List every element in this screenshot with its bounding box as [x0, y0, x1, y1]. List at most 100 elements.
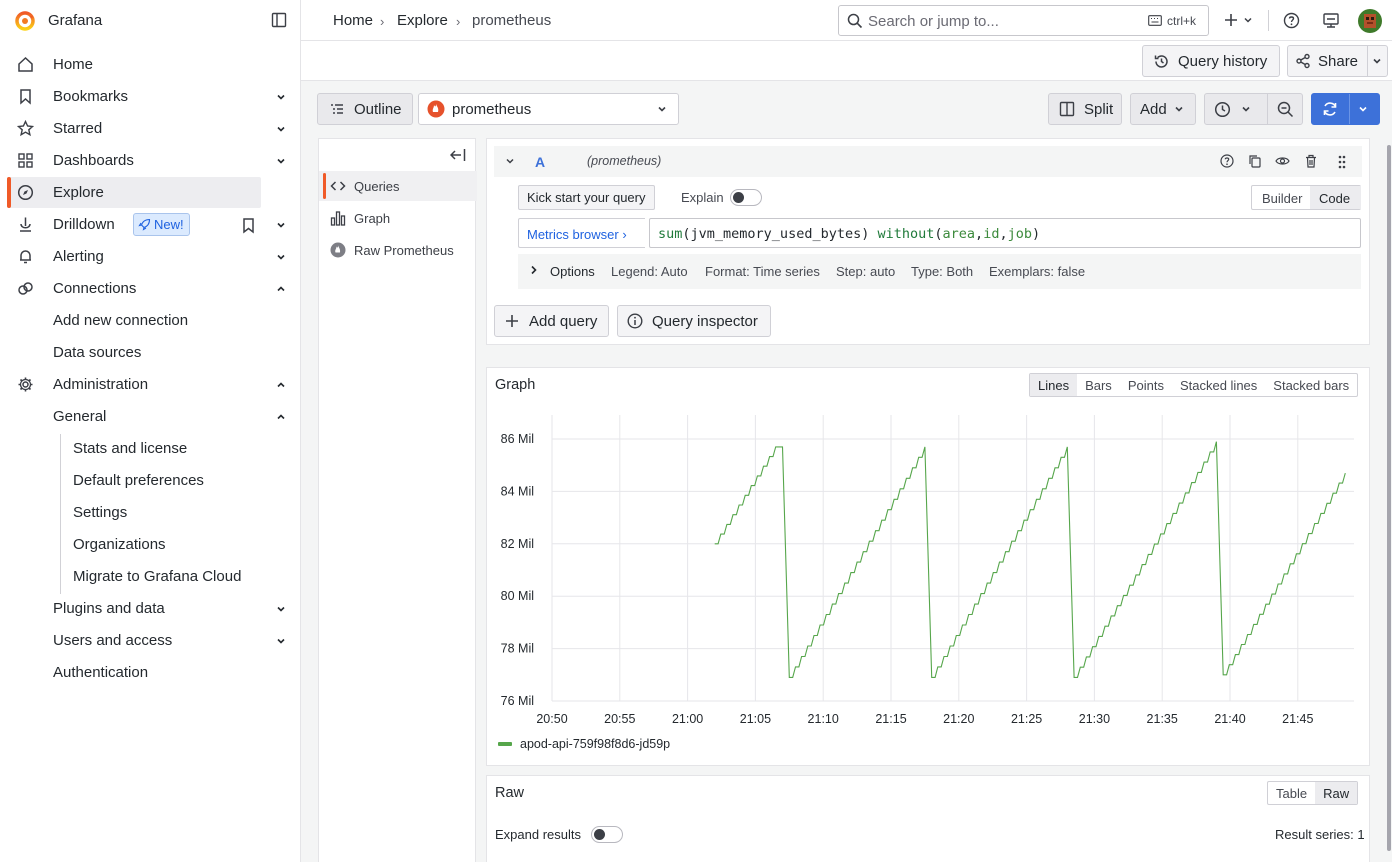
query-ref-id[interactable]: A: [535, 154, 545, 170]
explain-toggle[interactable]: [730, 189, 762, 206]
sidebar-item-label: Starred: [53, 120, 103, 137]
query-code-editor[interactable]: sum(jvm_memory_used_bytes) without(area,…: [649, 218, 1361, 248]
breadcrumb-explore[interactable]: Explore: [397, 12, 448, 29]
sidebar-item-stats-and-license[interactable]: Stats and license: [73, 440, 187, 457]
sidebar-item-organizations[interactable]: Organizations: [73, 536, 166, 553]
divider: [1349, 94, 1350, 124]
sidebar-item-label: Alerting: [53, 248, 104, 265]
scrollbar[interactable]: [1387, 145, 1391, 851]
metrics-browser-label: Metrics browser: [527, 227, 619, 242]
sidebar-item-settings[interactable]: Settings: [73, 504, 127, 521]
chevron-down-icon[interactable]: [275, 251, 287, 263]
chevron-down-icon[interactable]: [1243, 15, 1253, 25]
option-format: Format: Time series: [705, 264, 820, 279]
app-name: Grafana: [48, 12, 103, 29]
sidebar-item-users-and-access[interactable]: Users and access: [53, 632, 172, 649]
sidebar-item-default-preferences[interactable]: Default preferences: [73, 472, 204, 489]
zoom-out-icon[interactable]: [1277, 101, 1294, 118]
sidebar-item-authentication[interactable]: Authentication: [53, 664, 148, 681]
chevron-up-icon[interactable]: [275, 379, 287, 391]
dock-menu-icon[interactable]: [271, 12, 287, 28]
chevron-down-icon[interactable]: [1372, 56, 1382, 66]
expr-func: sum: [658, 226, 683, 242]
x-tick-label: 20:50: [536, 712, 567, 726]
bookmark-icon[interactable]: [239, 216, 258, 235]
sidebar-item-data-sources[interactable]: Data sources: [53, 344, 141, 361]
sidebar-item-plugins-and-data[interactable]: Plugins and data: [53, 600, 165, 617]
grafana-logo-icon[interactable]: [14, 10, 36, 32]
add-button[interactable]: Add: [1130, 93, 1196, 125]
chevron-up-icon[interactable]: [275, 283, 287, 295]
rocket-icon: [138, 218, 151, 231]
y-tick-label: 82 Mil: [501, 537, 534, 551]
chevron-down-icon[interactable]: [275, 91, 287, 103]
apps-icon: [17, 152, 34, 169]
chevron-down-icon[interactable]: [275, 219, 287, 231]
option-type: Type: Both: [911, 264, 974, 279]
code-mode-option[interactable]: Code: [1319, 191, 1350, 206]
sidebar-item-bookmarks[interactable]: Bookmarks: [7, 81, 285, 112]
table-view-option[interactable]: Table: [1268, 782, 1315, 804]
builder-mode-option[interactable]: Builder: [1262, 191, 1302, 206]
copy-icon[interactable]: [1248, 154, 1262, 168]
legend-label: apod-api-759f98f8d6-jd59p: [520, 737, 670, 751]
query-options-row[interactable]: Options Legend: Auto Format: Time series…: [518, 254, 1361, 289]
y-tick-label: 80 Mil: [501, 589, 534, 603]
sidebar-item-explore[interactable]: Explore: [7, 177, 261, 208]
chevron-down-icon[interactable]: [275, 603, 287, 615]
collapse-outline-icon[interactable]: [450, 148, 466, 162]
outline-button[interactable]: Outline: [317, 93, 413, 125]
sidebar-item-label: Drilldown: [53, 216, 115, 233]
outline-item-raw-prometheus[interactable]: Raw Prometheus: [319, 235, 477, 265]
sidebar-item-dashboards[interactable]: Dashboards: [7, 145, 285, 176]
sidebar-item-home[interactable]: Home: [7, 49, 261, 80]
chevron-down-icon[interactable]: [275, 123, 287, 135]
outline-item-label: Graph: [354, 211, 391, 226]
sidebar-header: Grafana: [0, 0, 300, 41]
breadcrumb-home[interactable]: Home: [333, 12, 373, 29]
search-input[interactable]: Search or jump to... ctrl+k: [838, 5, 1209, 36]
sidebar-item-add-new-connection[interactable]: Add new connection: [53, 312, 188, 329]
split-button[interactable]: Split: [1048, 93, 1122, 125]
sidebar-item-alerting[interactable]: Alerting: [7, 241, 285, 272]
chevron-down-icon[interactable]: [505, 156, 515, 166]
expr-label: job: [1007, 226, 1032, 242]
plus-icon[interactable]: [1223, 12, 1239, 28]
metrics-browser-button[interactable]: Metrics browser ›: [518, 218, 645, 248]
run-query-button[interactable]: [1311, 93, 1380, 125]
sidebar-item-general[interactable]: General: [53, 408, 106, 425]
time-range-picker[interactable]: [1204, 93, 1303, 125]
sidebar-item-starred[interactable]: Starred: [7, 113, 285, 144]
y-tick-label: 76 Mil: [501, 694, 534, 708]
x-tick-label: 21:25: [1011, 712, 1042, 726]
bookmark-icon: [17, 88, 34, 105]
time-series-chart[interactable]: 76 Mil 78 Mil 80 Mil 82 Mil 84 Mil 86 Mil 20:5…: [486, 367, 1370, 766]
trash-icon[interactable]: [1304, 154, 1318, 168]
datasource-picker[interactable]: prometheus: [418, 93, 679, 125]
news-icon[interactable]: [1322, 12, 1340, 29]
sidebar-item-connections[interactable]: Connections: [7, 273, 285, 304]
add-query-button[interactable]: Add query: [494, 305, 609, 337]
chevron-down-icon[interactable]: [1358, 104, 1368, 114]
chevron-up-icon[interactable]: [275, 411, 287, 423]
query-inspector-button[interactable]: Query inspector: [617, 305, 771, 337]
expr-metric: jvm_memory_used_bytes: [690, 226, 862, 242]
sidebar-item-migrate[interactable]: Migrate to Grafana Cloud: [73, 568, 241, 585]
drag-handle-icon[interactable]: [1337, 154, 1347, 170]
avatar[interactable]: [1358, 9, 1382, 33]
cog-icon: [17, 376, 34, 393]
sidebar-item-administration[interactable]: Administration: [7, 369, 285, 400]
expand-results-toggle[interactable]: [591, 826, 623, 843]
search-icon: [847, 13, 863, 29]
help-icon[interactable]: [1283, 12, 1300, 29]
chevron-down-icon[interactable]: [275, 155, 287, 167]
share-button[interactable]: Share: [1287, 45, 1388, 77]
query-history-button[interactable]: Query history: [1142, 45, 1280, 77]
raw-view-option[interactable]: Raw: [1315, 782, 1358, 804]
kick-start-button[interactable]: Kick start your query: [518, 185, 655, 210]
help-icon[interactable]: [1220, 154, 1234, 168]
outline-item-queries[interactable]: Queries: [319, 171, 477, 201]
eye-icon[interactable]: [1275, 154, 1290, 168]
chevron-down-icon[interactable]: [275, 635, 287, 647]
outline-item-graph[interactable]: Graph: [319, 203, 477, 233]
